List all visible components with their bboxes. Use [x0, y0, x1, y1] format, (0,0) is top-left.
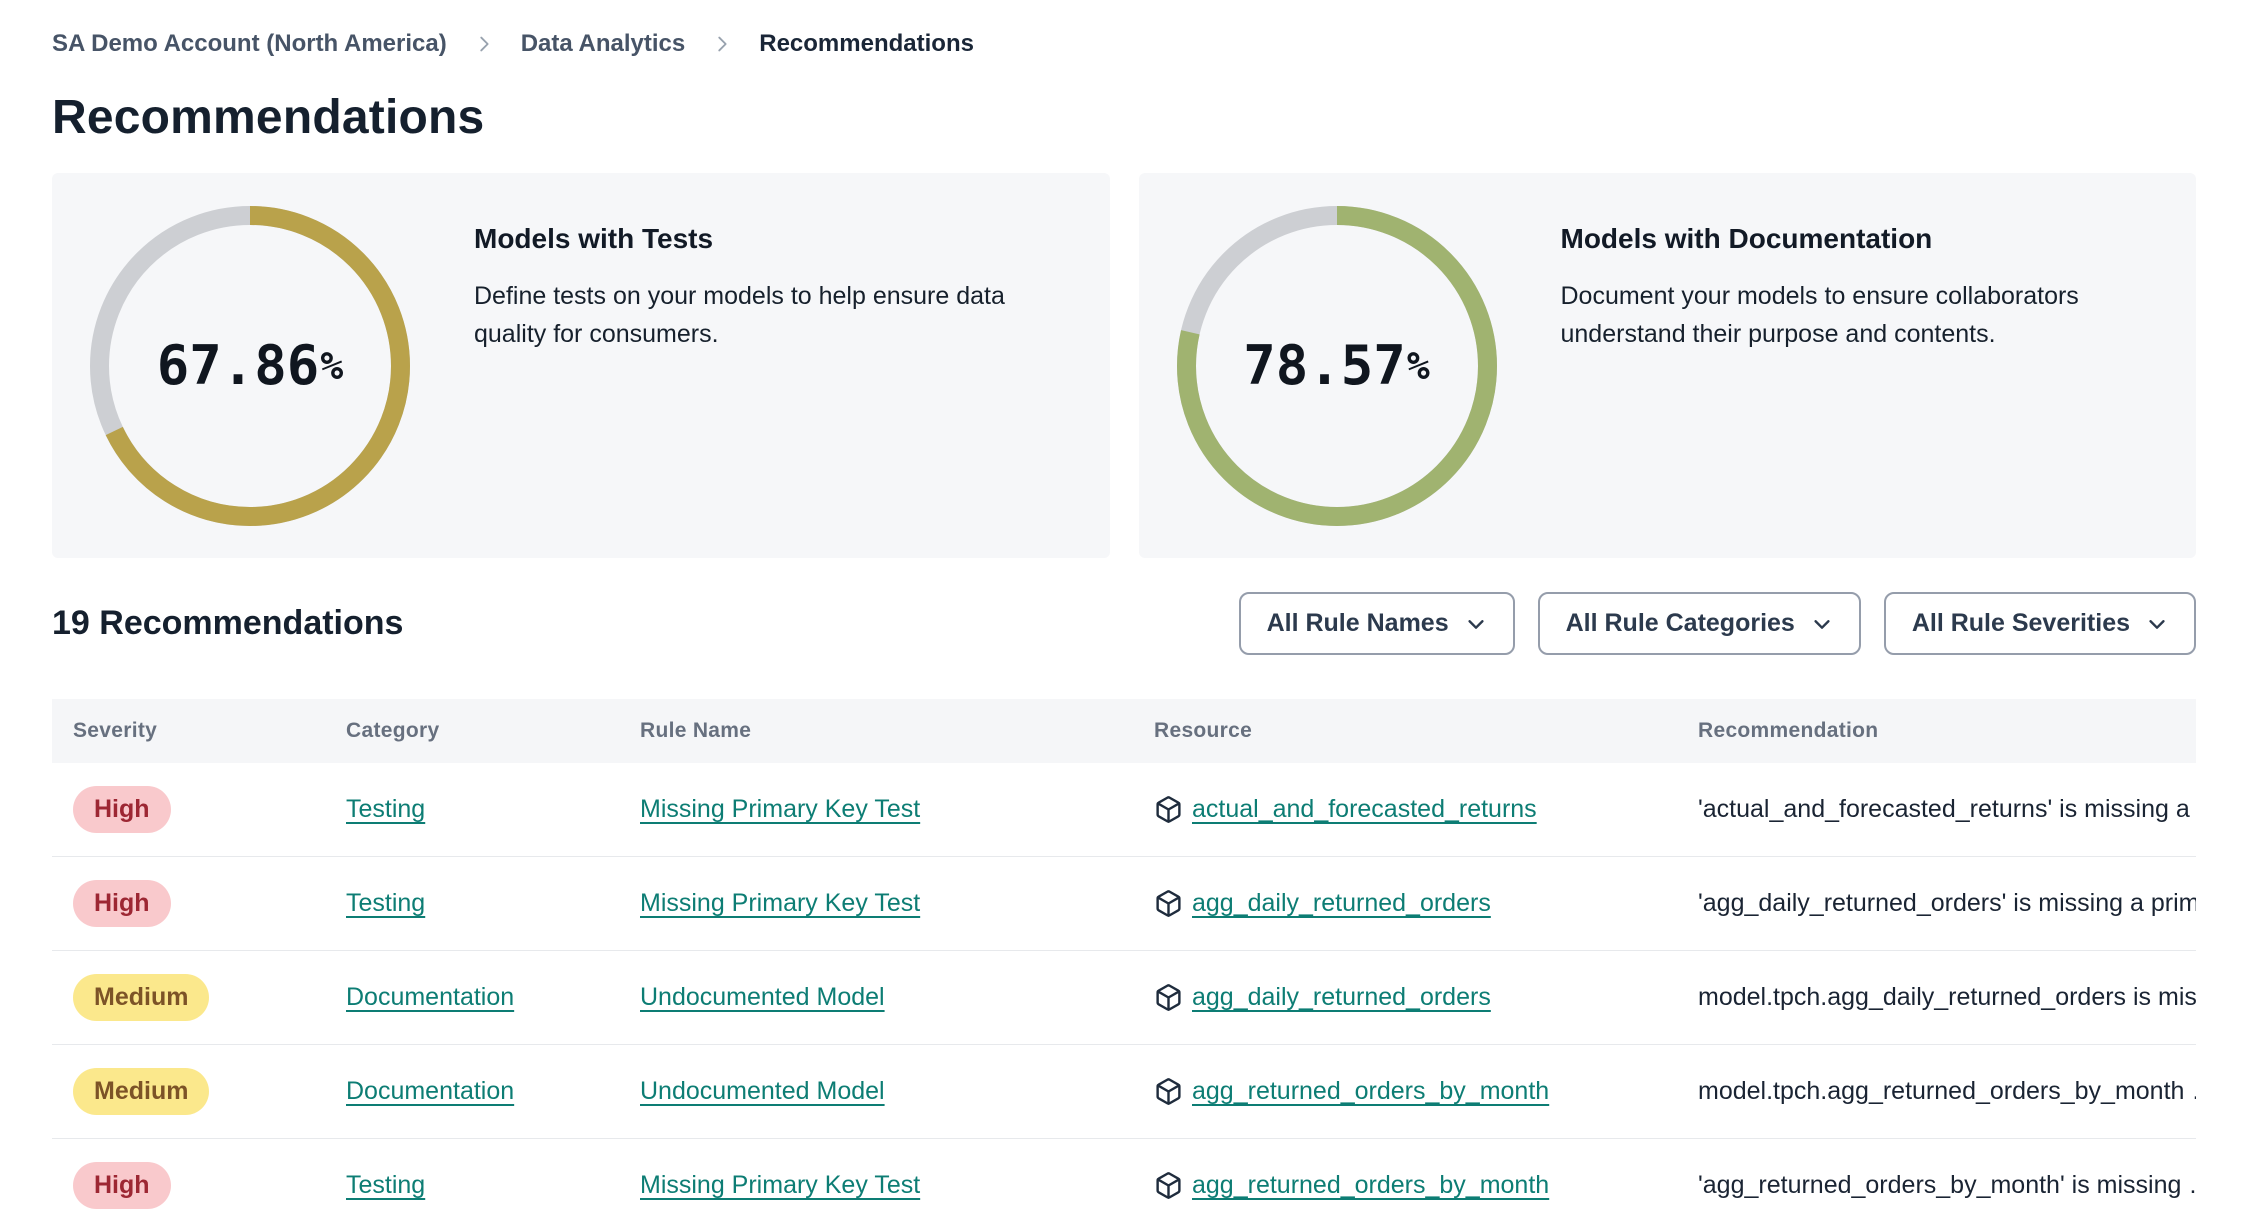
- table-row: Medium Documentation Undocumented Model …: [52, 1045, 2196, 1139]
- column-header-rule-name: Rule Name: [640, 719, 752, 742]
- card-models-with-documentation: 78.57% Models with Documentation Documen…: [1138, 173, 2196, 558]
- filter-rule-severities[interactable]: All Rule Severities: [1883, 592, 2196, 655]
- table-row: Medium Documentation Undocumented Model …: [52, 951, 2196, 1045]
- rule-name-link[interactable]: Missing Primary Key Test: [640, 889, 920, 917]
- resource-link[interactable]: agg_returned_orders_by_month: [1192, 1171, 1549, 1200]
- chevron-down-icon: [2146, 613, 2168, 635]
- breadcrumb-current: Recommendations: [759, 30, 974, 57]
- recommendations-page: SA Demo Account (North America) Data Ana…: [0, 0, 2248, 1220]
- chevron-right-icon: [711, 33, 733, 55]
- table-row: High Testing Missing Primary Key Test ag…: [52, 1139, 2196, 1220]
- recommendation-text: 'actual_and_forecasted_returns' is missi…: [1698, 795, 2196, 823]
- rule-name-link[interactable]: Undocumented Model: [640, 1077, 885, 1105]
- chevron-right-icon: [473, 33, 495, 55]
- chevron-down-icon: [1465, 613, 1487, 635]
- model-cube-icon: [1154, 795, 1183, 824]
- table-row: High Testing Missing Primary Key Test ac…: [52, 763, 2196, 857]
- card-description: Define tests on your models to help ensu…: [474, 282, 1005, 348]
- column-header-category: Category: [346, 719, 440, 742]
- table-header: Severity Category Rule Name Resource Rec…: [52, 699, 2196, 763]
- documentation-percentage: 78.57%: [1243, 334, 1430, 397]
- severity-badge: High: [73, 880, 171, 927]
- filter-label: All Rule Categories: [1565, 609, 1795, 637]
- chevron-down-icon: [1811, 613, 1833, 635]
- column-header-recommendation: Recommendation: [1698, 719, 1879, 742]
- resource-link[interactable]: agg_returned_orders_by_month: [1192, 1077, 1549, 1106]
- recommendation-text: 'agg_returned_orders_by_month' is missin…: [1698, 1171, 2196, 1199]
- filters: All Rule Names All Rule Categories All R…: [1238, 592, 2196, 655]
- summary-cards: 67.86% Models with Tests Define tests on…: [52, 173, 2196, 558]
- category-link[interactable]: Documentation: [346, 983, 514, 1011]
- recommendations-section-bar: 19 Recommendations All Rule Names All Ru…: [52, 592, 2196, 655]
- model-cube-icon: [1154, 1171, 1183, 1200]
- table-body: High Testing Missing Primary Key Test ac…: [52, 763, 2196, 1220]
- documentation-donut-chart: 78.57%: [1176, 205, 1497, 526]
- filter-rule-names[interactable]: All Rule Names: [1238, 592, 1515, 655]
- column-header-resource: Resource: [1154, 719, 1253, 742]
- filter-label: All Rule Severities: [1911, 609, 2130, 637]
- recommendations-table: Severity Category Rule Name Resource Rec…: [52, 699, 2196, 1220]
- table-row: High Testing Missing Primary Key Test ag…: [52, 857, 2196, 951]
- category-link[interactable]: Documentation: [346, 1077, 514, 1105]
- rule-name-link[interactable]: Missing Primary Key Test: [640, 1171, 920, 1199]
- severity-badge: Medium: [73, 974, 210, 1021]
- breadcrumb-account[interactable]: SA Demo Account (North America): [52, 30, 447, 58]
- tests-donut-chart: 67.86%: [90, 205, 410, 526]
- model-cube-icon: [1154, 889, 1183, 918]
- card-title: Models with Tests: [474, 223, 714, 254]
- breadcrumb-project[interactable]: Data Analytics: [521, 30, 686, 58]
- resource-link[interactable]: agg_daily_returned_orders: [1192, 983, 1491, 1012]
- category-link[interactable]: Testing: [346, 889, 425, 917]
- resource-link[interactable]: agg_daily_returned_orders: [1192, 889, 1491, 918]
- severity-badge: High: [73, 1162, 171, 1209]
- recommendation-text: 'agg_daily_returned_orders' is missing a…: [1698, 889, 2196, 917]
- severity-badge: Medium: [73, 1068, 210, 1115]
- card-title: Models with Documentation: [1560, 223, 1933, 254]
- card-description: Document your models to ensure collabora…: [1560, 282, 2079, 348]
- recommendation-text: model.tpch.agg_daily_returned_orders is …: [1698, 983, 2196, 1011]
- tests-percentage: 67.86%: [156, 334, 344, 397]
- filter-rule-categories[interactable]: All Rule Categories: [1537, 592, 1861, 655]
- breadcrumb: SA Demo Account (North America) Data Ana…: [52, 24, 2196, 64]
- category-link[interactable]: Testing: [346, 795, 425, 823]
- rule-name-link[interactable]: Undocumented Model: [640, 983, 885, 1011]
- column-header-severity: Severity: [73, 719, 158, 742]
- recommendations-count: 19 Recommendations: [52, 604, 404, 642]
- card-models-with-tests: 67.86% Models with Tests Define tests on…: [52, 173, 1110, 558]
- filter-label: All Rule Names: [1266, 609, 1449, 637]
- resource-link[interactable]: actual_and_forecasted_returns: [1192, 795, 1537, 824]
- model-cube-icon: [1154, 983, 1183, 1012]
- category-link[interactable]: Testing: [346, 1171, 425, 1199]
- page-title: Recommendations: [52, 91, 485, 144]
- rule-name-link[interactable]: Missing Primary Key Test: [640, 795, 920, 823]
- model-cube-icon: [1154, 1077, 1183, 1106]
- severity-badge: High: [73, 786, 171, 833]
- recommendation-text: model.tpch.agg_returned_orders_by_month …: [1698, 1077, 2196, 1105]
